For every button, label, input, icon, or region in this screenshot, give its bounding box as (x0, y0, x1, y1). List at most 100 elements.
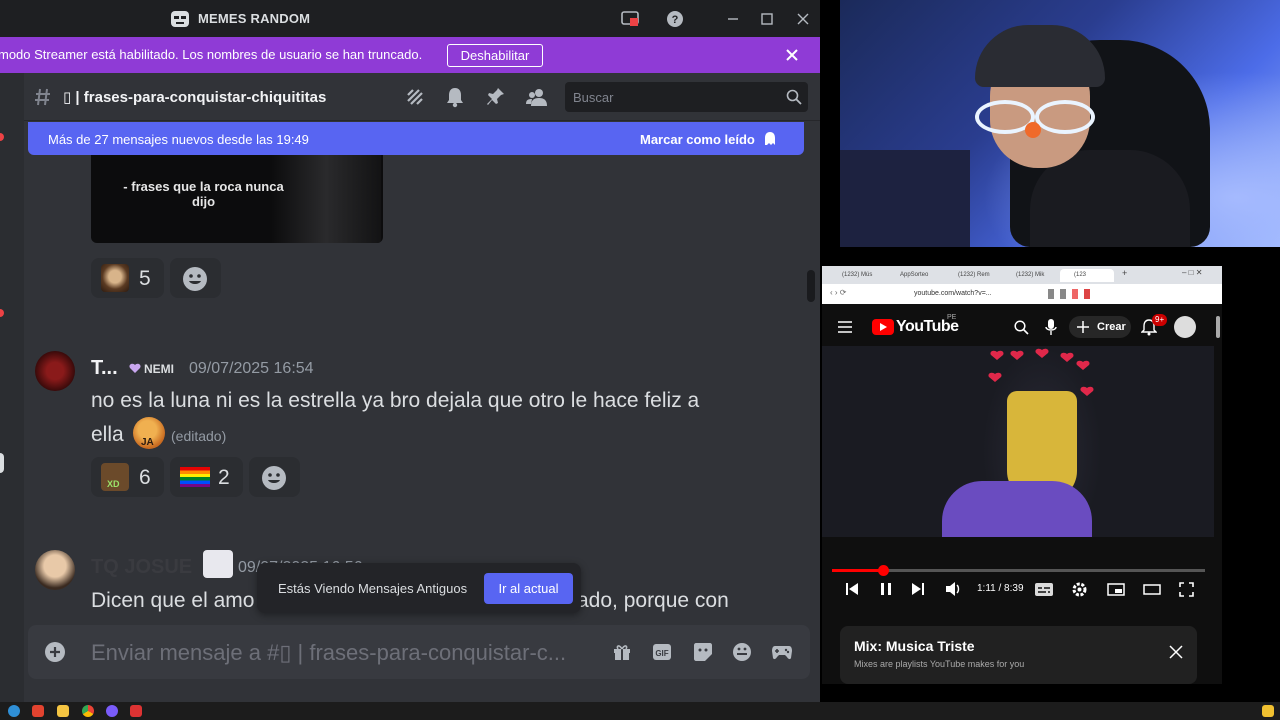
activities-gamepad-icon[interactable] (771, 643, 793, 661)
browser-window: (1232) Mús AppSorteo (1232) Rem (1232) M… (822, 266, 1222, 684)
progress-scrubber[interactable] (878, 565, 890, 576)
message-author[interactable]: TQ JOSUE (91, 556, 192, 579)
disable-streamer-button[interactable]: Deshabilitar (447, 44, 543, 67)
new-messages-bar[interactable]: Más de 27 mensajes nuevos desde las 19:4… (28, 122, 804, 155)
search-icon[interactable] (1014, 320, 1029, 335)
theater-mode-icon[interactable] (1143, 584, 1161, 595)
browser-tab[interactable]: (1232) Rem (944, 269, 998, 282)
obs-icon[interactable] (106, 705, 118, 717)
address-bar[interactable]: ‹ › ⟳ youtube.com/watch?v=... (822, 284, 1222, 304)
brave-browser-icon[interactable] (32, 705, 44, 717)
threads-icon[interactable] (405, 87, 425, 107)
previous-icon[interactable] (846, 583, 858, 595)
add-reaction-button[interactable] (249, 457, 300, 497)
server-icon (171, 11, 189, 27)
add-reaction-icon (262, 466, 286, 490)
image-attachment[interactable]: - frases que la roca nunca dijo (91, 155, 383, 243)
fullscreen-icon[interactable] (1179, 582, 1194, 597)
file-explorer-icon[interactable] (57, 705, 69, 717)
close-mix-icon[interactable] (1168, 644, 1184, 660)
search-icon (786, 89, 802, 105)
old-messages-notice: Estás Viendo Mensajes Antiguos Ir al act… (257, 563, 581, 613)
mix-playlist-card[interactable]: Mix: Musica Triste Mixes are playlists Y… (840, 626, 1197, 684)
rainbow-flag-emoji-icon (180, 467, 210, 487)
help-icon[interactable]: ? (666, 10, 684, 28)
avatar[interactable] (35, 351, 75, 391)
reaction-count: 5 (139, 267, 151, 290)
glasses-right (1035, 100, 1095, 134)
chat-scrollbar[interactable] (807, 270, 815, 302)
video-player[interactable] (822, 346, 1214, 537)
hearts-graphic (988, 348, 1094, 396)
youtube-logo-icon[interactable] (872, 319, 894, 335)
chrome-icon[interactable] (82, 705, 94, 717)
volume-icon[interactable] (946, 582, 962, 596)
nav-arrows-icon[interactable]: ‹ › ⟳ (830, 288, 846, 297)
browser-tab[interactable]: (1232) Mik (1002, 269, 1056, 282)
tray-icon[interactable] (1262, 705, 1274, 717)
add-reaction-icon (183, 267, 207, 291)
close-window-icon[interactable] (794, 10, 812, 28)
os-taskbar (0, 702, 1280, 720)
desk-shape (840, 150, 970, 247)
reaction-count: 2 (218, 466, 230, 489)
minimize-icon[interactable] (724, 10, 742, 28)
menu-icon[interactable] (838, 321, 852, 333)
start-icon[interactable] (8, 705, 20, 717)
reaction-xd[interactable]: XD 6 (91, 457, 164, 497)
app-icon[interactable] (130, 705, 142, 717)
reaction-rainbow-flag[interactable]: 2 (170, 457, 243, 497)
window-controls-icon[interactable]: – □ ✕ (1182, 268, 1202, 277)
bell-icon[interactable] (445, 86, 465, 108)
mix-title[interactable]: Mix: Musica Triste (854, 638, 975, 654)
create-button[interactable]: Crear (1069, 316, 1131, 338)
clown-nose (1025, 122, 1041, 138)
browser-tab-active[interactable]: (123 (1060, 269, 1114, 282)
subtitles-icon[interactable] (1035, 583, 1053, 596)
browser-tab[interactable]: (1232) Mús (828, 269, 882, 282)
gift-icon[interactable] (613, 643, 631, 661)
message-author[interactable]: T... (91, 357, 118, 380)
mark-as-read-button[interactable]: Marcar como leído (640, 132, 755, 147)
streamer-banner-text: modo Streamer está habilitado. Los nombr… (0, 47, 423, 62)
svg-text:?: ? (672, 14, 679, 26)
account-avatar[interactable] (1174, 316, 1196, 338)
tab-strip: (1232) Mús AppSorteo (1232) Rem (1232) M… (822, 266, 1222, 284)
emoji-picker-icon[interactable] (732, 642, 752, 662)
video-time: 1:11 / 8:39 (977, 583, 1024, 594)
search-input[interactable]: Buscar (565, 82, 808, 112)
pin-icon[interactable] (486, 86, 506, 108)
youtube-header: YouTube PE Crear 9+ (822, 308, 1222, 346)
avatar[interactable] (35, 550, 75, 590)
pause-icon[interactable] (880, 583, 892, 595)
message-text-end: ado, porque con (577, 589, 729, 612)
jump-to-present-button[interactable]: Ir al actual (484, 573, 573, 604)
browser-tab[interactable]: AppSorteo (886, 269, 940, 282)
upload-plus-icon[interactable] (45, 642, 65, 662)
microphone-icon[interactable] (1045, 319, 1057, 336)
maximize-icon[interactable] (758, 10, 776, 28)
message-text: no es la luna ni es la estrella ya bro d… (91, 389, 700, 412)
channel-header: ▯ | frases-para-conquistar-chiquititas B… (24, 73, 820, 121)
url-text[interactable]: youtube.com/watch?v=... (914, 288, 1036, 300)
sticker-icon[interactable] (693, 642, 713, 662)
new-tab-icon[interactable]: + (1122, 268, 1127, 278)
miniplayer-icon[interactable] (1107, 583, 1125, 596)
author-badge-icon (203, 550, 233, 578)
title-bar: MEMES RANDOM ? (0, 0, 820, 37)
role-tag: NEMI (144, 362, 174, 376)
members-icon[interactable] (526, 86, 548, 108)
settings-gear-icon[interactable] (1072, 582, 1087, 597)
message-composer[interactable]: Enviar mensaje a #▯ | frases-para-conqui… (28, 625, 810, 679)
extension-icons[interactable] (1048, 289, 1108, 299)
screen-share-icon[interactable] (621, 10, 639, 28)
close-banner-icon[interactable] (784, 47, 800, 63)
unread-dot (0, 133, 4, 141)
video-progress-bar[interactable] (832, 565, 1205, 576)
image-caption: - frases que la roca nunca dijo (123, 179, 284, 209)
gif-icon[interactable]: GIF (652, 643, 672, 661)
reaction-monkey[interactable]: 5 (91, 258, 164, 298)
page-scrollbar[interactable] (1216, 316, 1220, 338)
next-icon[interactable] (912, 583, 924, 595)
add-reaction-button[interactable] (170, 258, 221, 298)
